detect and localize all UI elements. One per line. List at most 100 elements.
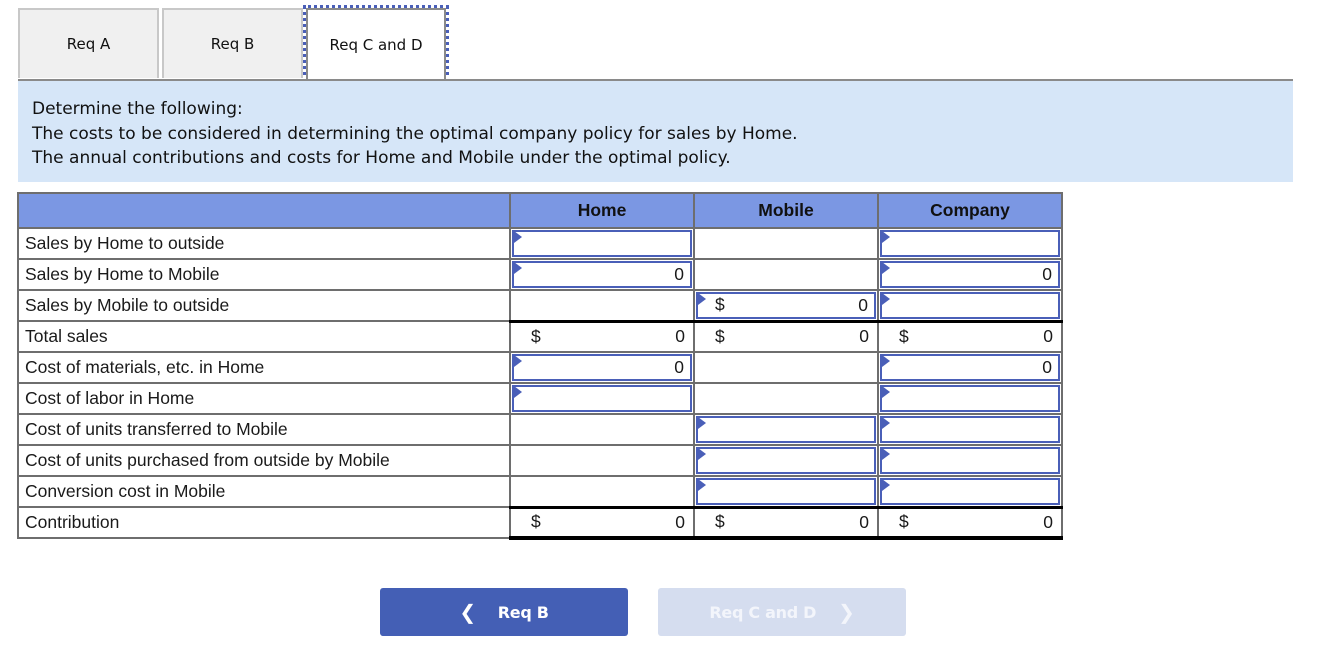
input-value: 0	[1042, 264, 1052, 284]
dropdown-flag-icon[interactable]	[882, 293, 890, 305]
dropdown-flag-icon[interactable]	[698, 479, 706, 491]
cell-home: 0	[509, 258, 695, 291]
cell-home	[509, 413, 695, 446]
value: 0	[675, 326, 685, 347]
instruction-line: The annual contributions and costs for H…	[32, 148, 731, 168]
instruction-line: The costs to be considered in determinin…	[32, 123, 798, 144]
dropdown-flag-icon[interactable]	[514, 262, 522, 274]
input-company[interactable]	[880, 447, 1060, 474]
cell-mobile	[693, 475, 879, 508]
column-header-home: Home	[509, 192, 695, 229]
input-home[interactable]	[512, 230, 692, 257]
table-row: Sales by Mobile to outside $0	[17, 289, 1063, 322]
prev-req-b-button[interactable]: ❮ Req B	[380, 588, 628, 636]
input-company[interactable]: 0	[880, 354, 1060, 381]
computed-value: $0	[511, 323, 693, 352]
dropdown-flag-icon[interactable]	[882, 231, 890, 243]
row-label: Total sales	[17, 320, 511, 353]
input-home[interactable]	[512, 385, 692, 412]
dropdown-flag-icon[interactable]	[882, 355, 890, 367]
cell-mobile	[693, 258, 879, 291]
instructions-panel: Determine the following: The costs to be…	[18, 81, 1293, 182]
cell-mobile: $0	[693, 319, 879, 353]
tab-req-b[interactable]: Req B	[162, 8, 303, 78]
dropdown-flag-icon[interactable]	[514, 355, 522, 367]
row-label: Conversion cost in Mobile	[17, 475, 511, 508]
dropdown-flag-icon[interactable]	[882, 262, 890, 274]
table-row: Cost of materials, etc. in Home 0 0	[17, 351, 1063, 384]
input-mobile[interactable]	[696, 478, 876, 505]
table-row: Cost of labor in Home	[17, 382, 1063, 415]
input-company[interactable]	[880, 230, 1060, 257]
dollar-sign: $	[715, 294, 725, 315]
computed-value: $0	[879, 509, 1061, 537]
dropdown-flag-icon[interactable]	[514, 386, 522, 398]
cell-mobile	[693, 382, 879, 415]
table-row: Sales by Home to outside	[17, 227, 1063, 260]
table-row: Cost of units transferred to Mobile	[17, 413, 1063, 446]
cell-mobile	[693, 444, 879, 477]
computed-value	[695, 353, 877, 382]
cell-company	[877, 475, 1063, 508]
cell-home: $0	[509, 319, 695, 353]
input-company[interactable]	[880, 292, 1060, 319]
table-row: Cost of units purchased from outside by …	[17, 444, 1063, 477]
dollar-sign: $	[899, 511, 909, 532]
input-mobile[interactable]	[696, 416, 876, 443]
tab-bar: Req A Req B Req C and D	[18, 5, 449, 83]
input-company[interactable]	[880, 416, 1060, 443]
dollar-sign: $	[899, 326, 909, 347]
dropdown-flag-icon[interactable]	[514, 231, 522, 243]
dropdown-flag-icon[interactable]	[698, 448, 706, 460]
input-value: 0	[674, 264, 684, 284]
tab-req-a[interactable]: Req A	[18, 8, 159, 78]
cell-home	[509, 382, 695, 415]
dropdown-flag-icon[interactable]	[698, 293, 706, 305]
input-company[interactable]	[880, 478, 1060, 505]
computed-value	[511, 415, 693, 444]
input-value: 0	[674, 357, 684, 377]
input-home[interactable]: 0	[512, 354, 692, 381]
tab-req-c-and-d[interactable]: Req C and D	[303, 5, 449, 83]
row-label: Cost of labor in Home	[17, 382, 511, 415]
cell-mobile	[693, 413, 879, 446]
cell-company	[877, 382, 1063, 415]
row-label: Cost of units transferred to Mobile	[17, 413, 511, 446]
computed-value: $0	[879, 323, 1061, 352]
dropdown-flag-icon[interactable]	[882, 448, 890, 460]
computed-value	[511, 446, 693, 475]
value: 0	[859, 326, 869, 347]
input-value: 0	[1042, 357, 1052, 377]
value: 0	[1043, 511, 1053, 532]
input-mobile[interactable]	[696, 447, 876, 474]
computed-value: $0	[695, 323, 877, 352]
input-company[interactable]	[880, 385, 1060, 412]
dollar-sign: $	[715, 326, 725, 347]
dropdown-flag-icon[interactable]	[882, 386, 890, 398]
prev-button-label: Req B	[497, 602, 549, 622]
dropdown-flag-icon[interactable]	[882, 417, 890, 429]
cell-home: 0	[509, 351, 695, 384]
cell-home	[509, 227, 695, 260]
column-header-company: Company	[877, 192, 1063, 229]
input-company[interactable]: 0	[880, 261, 1060, 288]
cell-mobile	[693, 227, 879, 260]
row-label: Sales by Home to outside	[17, 227, 511, 260]
computed-value	[695, 229, 877, 258]
cell-company: $0	[877, 319, 1063, 353]
cell-company	[877, 227, 1063, 260]
input-home[interactable]: 0	[512, 261, 692, 288]
table-row: Conversion cost in Mobile	[17, 475, 1063, 508]
next-req-c-and-d-button[interactable]: Req C and D ❯	[658, 588, 906, 636]
computed-value	[511, 477, 693, 506]
instruction-line: Determine the following:	[32, 99, 243, 119]
dropdown-flag-icon[interactable]	[882, 479, 890, 491]
table-row: Contribution $0 $0 $0	[17, 505, 1063, 540]
cell-company	[877, 413, 1063, 446]
input-mobile[interactable]: $0	[696, 292, 876, 319]
dropdown-flag-icon[interactable]	[698, 417, 706, 429]
cell-mobile	[693, 351, 879, 384]
next-button-label: Req C and D	[709, 602, 817, 622]
computed-value: $0	[695, 509, 877, 537]
contribution-table: Home Mobile Company Sales by Home to out…	[17, 192, 1063, 540]
